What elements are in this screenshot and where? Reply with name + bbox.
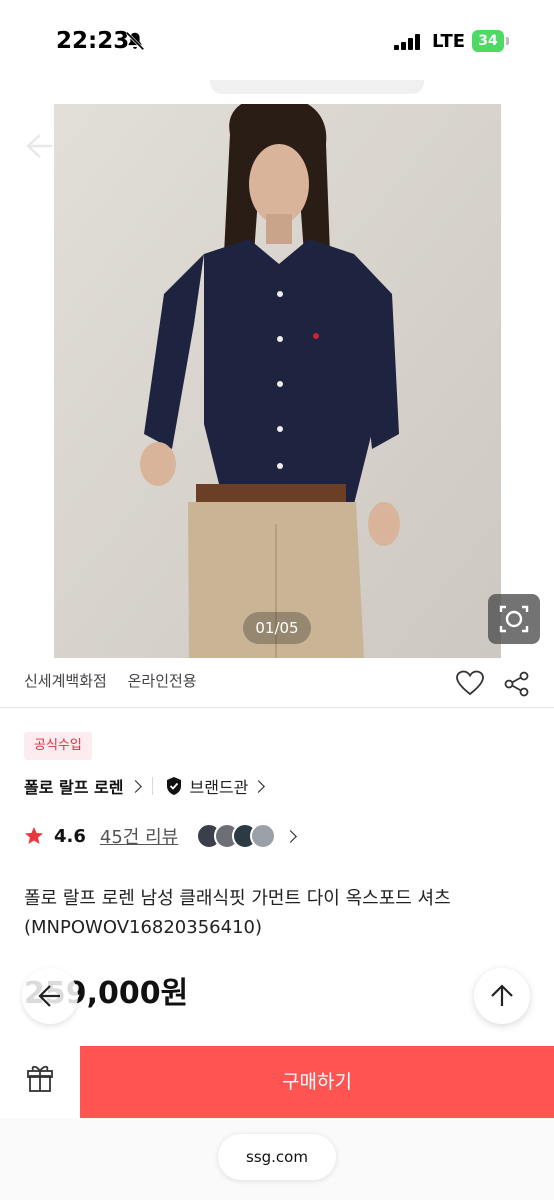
chevron-right-icon (129, 779, 143, 793)
official-import-badge: 공식수입 (24, 732, 92, 760)
heart-icon[interactable] (455, 668, 485, 698)
image-counter: 01/05 (243, 612, 311, 644)
divider (0, 707, 554, 708)
status-bar: 22:23 LTE 34 (0, 0, 554, 84)
brand-hall-link[interactable]: 브랜드관 (189, 774, 248, 798)
brand-separator (152, 777, 154, 795)
battery-level: 34 (472, 30, 504, 52)
chevron-right-icon (252, 779, 266, 793)
rating-row: 4.6 45건 리뷰 (24, 822, 307, 850)
status-time: 22:23 (56, 28, 130, 54)
sheet-handle (210, 80, 424, 94)
review-thumbnail (250, 823, 277, 849)
rating-score: 4.6 (54, 825, 86, 847)
back-arrow-icon[interactable] (20, 128, 56, 164)
product-photo-illustration (54, 104, 501, 658)
shield-check-icon (167, 777, 182, 795)
seller-info: 신세계백화점 온라인전용 (24, 670, 213, 691)
review-count-link[interactable]: 45건 리뷰 (100, 823, 178, 849)
brand-link[interactable]: 폴로 랄프 로렌 (24, 774, 123, 798)
product-image[interactable] (54, 104, 501, 658)
store-name[interactable]: 신세계백화점 (24, 672, 107, 690)
image-search-button[interactable] (488, 594, 540, 644)
gift-icon (27, 1065, 53, 1092)
up-arrow-icon (491, 984, 513, 1006)
battery-icon: 34 (472, 30, 510, 52)
gift-button[interactable] (0, 1046, 81, 1118)
url-bar[interactable]: ssg.com (218, 1134, 336, 1180)
chevron-right-icon[interactable] (284, 829, 298, 843)
product-title: 폴로 랄프 로렌 남성 클래식핏 가먼트 다이 옥스포드 셔츠(MNPOWOV1… (24, 888, 451, 938)
back-arrow-icon (38, 985, 60, 1007)
share-icon[interactable] (503, 670, 531, 698)
review-thumbnails[interactable] (196, 823, 277, 849)
online-only-tag: 온라인전용 (127, 672, 197, 690)
scroll-to-top-button[interactable] (474, 968, 530, 1024)
signal-icon (394, 34, 420, 50)
brand-row: 폴로 랄프 로렌 브랜드관 (24, 773, 275, 799)
battery-cap (506, 37, 509, 45)
bell-slash-icon (125, 31, 145, 51)
floating-back-button[interactable] (22, 968, 78, 1024)
network-label: LTE (432, 31, 466, 52)
buy-button[interactable]: 구매하기 (80, 1046, 554, 1118)
star-icon (25, 827, 43, 844)
lens-icon (499, 605, 529, 633)
